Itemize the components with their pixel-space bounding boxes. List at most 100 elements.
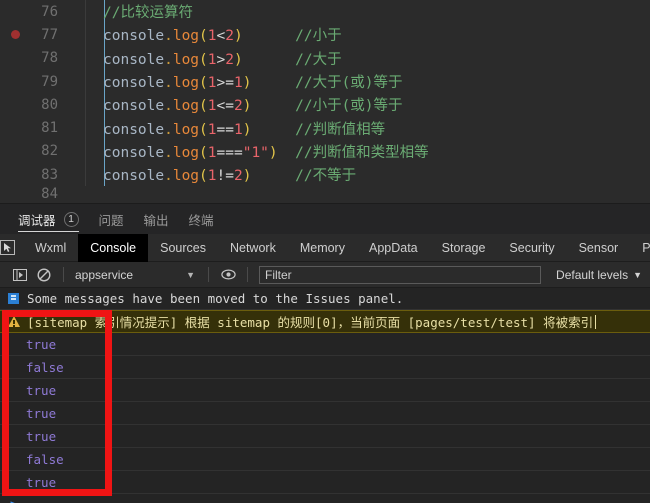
code-token: ): [268, 144, 278, 161]
filter-input[interactable]: [265, 267, 535, 282]
devtools-tab-label: Storage: [441, 240, 486, 255]
inspect-cursor-icon[interactable]: [0, 234, 15, 262]
panel-tab-bar[interactable]: 调试器 1 问题 输出 终端: [0, 204, 650, 234]
devtools-tab-list[interactable]: Wxml Console Sources Network Memory AppData St…: [23, 233, 650, 262]
code-line[interactable]: 77 console.log(1<2) //小于: [0, 23, 650, 46]
devtools-tab-memory[interactable]: Memory: [288, 234, 357, 262]
code-token: console: [103, 144, 165, 161]
devtools-tab-security[interactable]: Security: [497, 234, 566, 262]
context-selector[interactable]: appservice ▼: [71, 268, 201, 282]
panel-tab-调试器[interactable]: 调试器 1: [18, 204, 79, 234]
toolbar-divider: [63, 267, 64, 282]
devtools-tab-label: Network: [229, 240, 276, 255]
console-toolbar[interactable]: appservice ▼ Default levels ▼: [0, 262, 650, 288]
panel-tab-问题[interactable]: 问题: [99, 204, 124, 234]
devtools-tab-sources[interactable]: Sources: [148, 234, 218, 262]
breakpoint-column[interactable]: [0, 163, 30, 186]
breakpoint-column[interactable]: [0, 70, 30, 93]
console-info-message: Some messages have been moved to the Iss…: [0, 288, 650, 310]
code-line[interactable]: 78 console.log(1>2) //大于: [0, 47, 650, 70]
code-token: "1": [242, 144, 269, 161]
code-token: //判断值相等: [295, 121, 386, 138]
breakpoint-column[interactable]: [0, 186, 30, 204]
code-line[interactable]: 76 //比较运算符: [0, 0, 650, 23]
code-token: !=: [216, 168, 234, 185]
breakpoint-column[interactable]: [0, 140, 30, 163]
panel-tab-label: 调试器: [18, 213, 56, 228]
devtools-tab-p[interactable]: P: [630, 234, 650, 262]
code-token: console: [103, 168, 165, 185]
console-value-row: true: [0, 379, 650, 402]
devtools-tab-sensor[interactable]: Sensor: [567, 234, 631, 262]
line-number: 80: [41, 96, 58, 113]
line-number: 78: [41, 50, 58, 67]
code-line[interactable]: 82 console.log(1==="1") //判断值和类型相等: [0, 140, 650, 163]
breakpoint-dot[interactable]: [10, 30, 20, 40]
code-token: console: [103, 98, 165, 115]
text-caret: [595, 314, 597, 329]
clear-console-icon[interactable]: [32, 263, 56, 287]
toolbar-divider: [247, 267, 248, 282]
devtools-tab-label: AppData: [368, 240, 418, 255]
code-token: log: [172, 121, 200, 138]
line-number: 84: [41, 186, 58, 202]
devtools-tab-network[interactable]: Network: [218, 234, 288, 262]
panel-tab-badge: 1: [63, 211, 79, 227]
code-token: //小于: [295, 28, 342, 45]
info-icon: [8, 293, 19, 304]
panel-tab-输出[interactable]: 输出: [144, 204, 169, 234]
devtools-tab-label: Sources: [160, 240, 206, 255]
devtools-tab-appdata[interactable]: AppData: [357, 234, 430, 262]
devtools-tab-console[interactable]: Console: [78, 233, 149, 262]
code-token: log: [172, 168, 200, 185]
code-line[interactable]: 81 console.log(1==1) //判断值相等: [0, 116, 650, 139]
console-value-row: false: [0, 356, 650, 379]
console-prompt-row[interactable]: >: [0, 494, 650, 503]
code-token: //不等于: [295, 168, 357, 185]
console-warning-message[interactable]: [sitemap 索引情况提示] 根据 sitemap 的规则[0]，当前页面 …: [0, 310, 650, 333]
devtools-screenshot: 76//比较运算符 77 console.log(1<2) //小于 78 consol…: [0, 0, 650, 503]
devtools-tab-wxml[interactable]: Wxml: [23, 234, 78, 262]
live-expression-icon[interactable]: [216, 263, 240, 287]
console-sidebar-icon[interactable]: [8, 263, 32, 287]
code-line[interactable]: 80 console.log(1<=2) //小于(或)等于: [0, 93, 650, 116]
line-number: 82: [41, 143, 58, 160]
code-token: //大于(或)等于: [295, 75, 403, 92]
console-value-row: false: [0, 448, 650, 471]
code-token: ): [233, 28, 243, 45]
devtools-tab-label: P: [642, 240, 650, 255]
devtools-tab-label: Console: [90, 240, 137, 255]
code-line[interactable]: 79 console.log(1>=1) //大于(或)等于: [0, 70, 650, 93]
code-line-partial: 84: [0, 186, 650, 204]
breakpoint-column[interactable]: [0, 0, 30, 23]
code-line[interactable]: 83 console.log(1!=2) //不等于: [0, 163, 650, 186]
code-token: log: [172, 75, 200, 92]
panel-tab-终端[interactable]: 终端: [189, 204, 214, 234]
devtools-tab-bar[interactable]: Wxml Console Sources Network Memory AppData St…: [0, 233, 650, 262]
code-token: log: [172, 98, 200, 115]
code-token: 1: [207, 144, 217, 161]
breakpoint-column[interactable]: [0, 23, 30, 46]
console-warning-text: [sitemap 索引情况提示] 根据 sitemap 的规则[0]，当前页面 …: [27, 315, 594, 330]
code-line-content: console.log(1==="1") //判断值和类型相等: [70, 141, 429, 162]
code-line-content: console.log(1>2) //大于: [70, 48, 342, 69]
code-token: 2: [233, 168, 243, 185]
console-value-row: true: [0, 333, 650, 356]
code-token: .: [164, 51, 173, 68]
code-lines[interactable]: 76//比较运算符 77 console.log(1<2) //小于 78 consol…: [0, 0, 650, 186]
code-token: >: [216, 51, 226, 68]
filter-input-wrapper[interactable]: [259, 265, 541, 284]
breakpoint-column[interactable]: [0, 116, 30, 139]
devtools-tab-storage[interactable]: Storage: [430, 234, 498, 262]
code-token: log: [172, 51, 200, 68]
code-token: (: [199, 168, 208, 185]
code-editor[interactable]: 76//比较运算符 77 console.log(1<2) //小于 78 consol…: [0, 0, 650, 204]
breakpoint-column[interactable]: [0, 47, 30, 70]
console-output-area[interactable]: Some messages have been moved to the Iss…: [0, 288, 650, 503]
code-token: 1: [207, 51, 217, 68]
log-levels-dropdown[interactable]: Default levels ▼: [556, 268, 642, 282]
breakpoint-column[interactable]: [0, 93, 30, 116]
code-token: .: [164, 168, 173, 185]
